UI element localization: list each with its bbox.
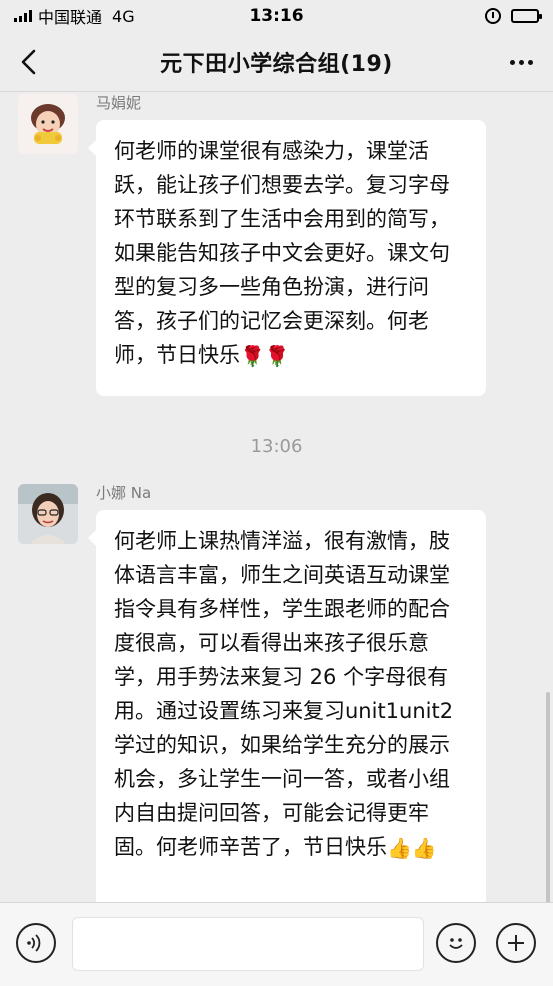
message-bubble[interactable]: 何老师的课堂很有感染力，课堂活跃，能让孩子们想要去学。复习字母环节联系到了生活中… bbox=[88, 120, 486, 396]
status-bar: 中国联通 4G 13:16 bbox=[0, 0, 553, 32]
carrier-name: 中国联通 bbox=[38, 8, 103, 27]
chevron-left-icon bbox=[21, 49, 36, 75]
rose-icon: 🌹 bbox=[264, 344, 290, 368]
message-text: 何老师上课热情洋溢，很有激情，肢体语言丰富，师生之间英语互动课堂指令具有多样性，… bbox=[114, 529, 454, 859]
network-type: 4G bbox=[112, 6, 135, 26]
avatar bbox=[18, 484, 78, 544]
time-separator: 13:06 bbox=[250, 436, 303, 457]
thumbs-up-icon: 👍 bbox=[411, 836, 437, 860]
more-dots-icon bbox=[509, 59, 515, 65]
message-text: 何老师的课堂很有感染力，课堂活跃，能让孩子们想要去学。复习字母环节联系到了生活中… bbox=[114, 139, 450, 367]
emoji-button[interactable] bbox=[436, 923, 476, 963]
more-button[interactable] bbox=[503, 46, 539, 78]
voice-icon bbox=[27, 934, 41, 952]
plus-icon bbox=[508, 935, 524, 951]
avatar-sender-2[interactable] bbox=[18, 484, 78, 544]
message-input[interactable] bbox=[72, 917, 424, 971]
avatar bbox=[18, 94, 78, 154]
input-bar bbox=[0, 902, 553, 986]
chat-title: 元下田小学综合组(19) bbox=[160, 51, 393, 77]
thumbs-up-icon: 👍 bbox=[387, 836, 412, 860]
rose-icon: 🌹 bbox=[240, 344, 265, 368]
nav-bar: 元下田小学综合组(19) bbox=[0, 32, 553, 92]
smiley-icon bbox=[449, 938, 463, 949]
back-button[interactable] bbox=[14, 46, 46, 78]
chat-area[interactable]: 马娟妮 何老师的课堂很有感染力，课堂活跃，能让孩子们想要去学。复习字母环节联系到… bbox=[0, 92, 553, 902]
message-bubble[interactable]: 何老师上课热情洋溢，很有激情，肢体语言丰富，师生之间英语互动课堂指令具有多样性，… bbox=[88, 510, 486, 902]
sender-name: 小娜 Na bbox=[96, 484, 152, 502]
plus-button[interactable] bbox=[496, 923, 536, 963]
sender-name: 马娟妮 bbox=[96, 94, 142, 112]
scrollbar[interactable] bbox=[546, 692, 550, 902]
signal-icon bbox=[14, 10, 32, 22]
battery-icon bbox=[511, 9, 542, 23]
voice-button[interactable] bbox=[16, 923, 56, 963]
alarm-icon bbox=[485, 8, 501, 24]
avatar-sender-1[interactable] bbox=[18, 94, 78, 154]
